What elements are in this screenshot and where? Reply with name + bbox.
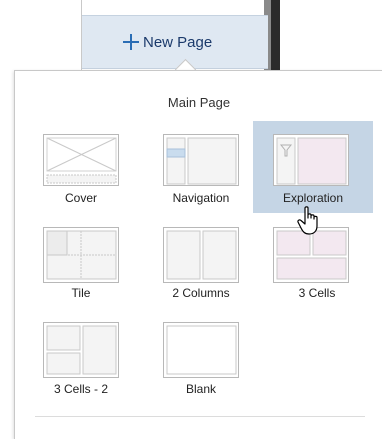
hand-cursor-icon: [297, 206, 318, 235]
scrollbar-edge: [271, 0, 280, 70]
layout-navigation[interactable]: Navigation: [151, 125, 251, 213]
layout-two-columns[interactable]: 2 Columns: [151, 220, 251, 308]
two-columns-thumbnail: [163, 227, 239, 283]
layout-tile[interactable]: Tile: [31, 220, 131, 308]
exploration-thumbnail: [273, 134, 349, 186]
layout-label: Tile: [71, 286, 91, 300]
sidebar-panel: [81, 0, 273, 14]
layout-cover[interactable]: Cover: [31, 125, 131, 213]
layout-label: 3 Cells: [298, 286, 336, 300]
layout-three-cells-2[interactable]: 3 Cells - 2: [31, 316, 131, 404]
layout-label: 3 Cells - 2: [53, 382, 109, 396]
plus-icon: [123, 34, 139, 50]
blank-thumbnail: [163, 322, 239, 378]
layout-exploration[interactable]: Exploration: [253, 121, 373, 213]
layout-label: 2 Columns: [172, 286, 230, 300]
layout-label: Blank: [185, 382, 217, 396]
three-cells-2-thumbnail: [43, 322, 119, 378]
layout-label: Exploration: [282, 191, 344, 205]
layout-label: Cover: [64, 191, 97, 205]
page-layout-popup: Main Page Cover Navigation Exploration T…: [14, 70, 382, 439]
popup-title: Main Page: [167, 95, 231, 110]
navigation-thumbnail: [163, 134, 239, 186]
cover-thumbnail: [43, 134, 119, 186]
layout-blank[interactable]: Blank: [151, 316, 251, 404]
new-page-button[interactable]: New Page: [123, 30, 212, 54]
layout-label: Navigation: [172, 191, 230, 205]
tile-thumbnail: [43, 227, 119, 283]
popup-divider: [35, 416, 365, 417]
new-page-label: New Page: [143, 33, 213, 51]
